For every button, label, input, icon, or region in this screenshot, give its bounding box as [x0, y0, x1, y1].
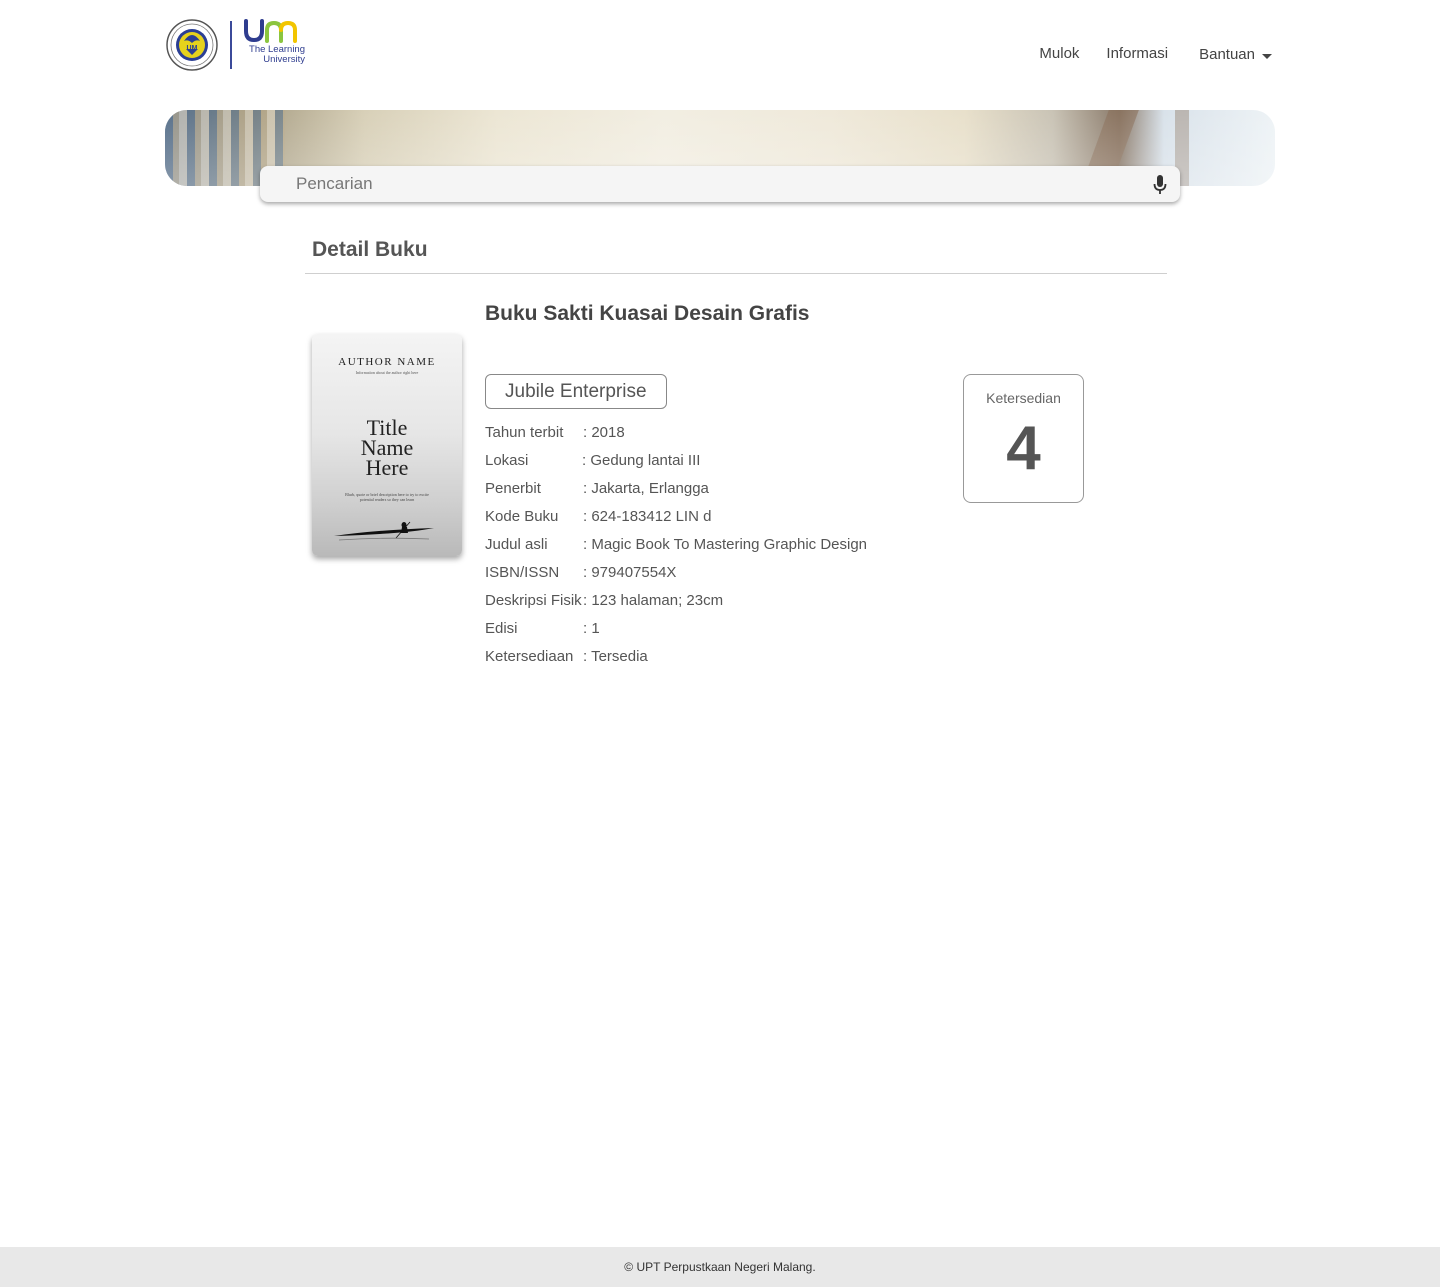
meta-row-edisi: Edisi : 1 — [485, 614, 867, 642]
meta-value: : 624-183412 LIN d — [583, 507, 712, 525]
site-logo[interactable]: UM The Learning University — [166, 18, 305, 72]
meta-key: Kode Buku — [485, 507, 559, 525]
search-input[interactable] — [296, 169, 1116, 199]
meta-value: : Jakarta, Erlangga — [583, 479, 709, 497]
meta-row-lokasi: Lokasi : Gedung lantai III — [485, 446, 867, 474]
meta-key: Deskripsi Fisik — [485, 591, 582, 609]
caret-down-icon — [1262, 53, 1272, 59]
logo-divider — [230, 21, 232, 69]
meta-row-judul-asli: Judul asli : Magic Book To Mastering Gra… — [485, 530, 867, 558]
cover-title-line3: Here — [365, 455, 409, 480]
cover-title: Title Name Here — [312, 417, 462, 480]
svg-text:UM: UM — [187, 45, 198, 52]
section-title: Detail Buku — [312, 238, 428, 261]
meta-key: Ketersediaan — [485, 647, 574, 665]
search-bar — [260, 166, 1180, 202]
university-seal-icon: UM — [166, 19, 218, 71]
meta-value: : 123 halaman; 23cm — [583, 591, 724, 609]
cover-author: AUTHOR NAME — [338, 356, 436, 368]
meta-value: : 1 — [583, 619, 600, 637]
meta-row-penerbit: Penerbit : Jakarta, Erlangga — [485, 474, 867, 502]
boat-icon — [334, 521, 434, 541]
meta-row-isbn: ISBN/ISSN : 979407554X — [485, 558, 867, 586]
meta-key: Tahun terbit — [485, 423, 564, 441]
publisher-tag-button[interactable]: Jubile Enterprise — [485, 374, 667, 409]
availability-count: 4 — [1006, 414, 1041, 483]
meta-key: ISBN/ISSN — [485, 563, 560, 581]
cover-subtitle: Information about the author right here — [355, 370, 419, 375]
book-cover: AUTHOR NAME Information about the author… — [312, 334, 462, 556]
book-title: Buku Sakti Kuasai Desain Grafis — [485, 302, 810, 325]
nav-mulok[interactable]: Mulok — [1039, 45, 1079, 62]
availability-label: Ketersedian — [986, 390, 1061, 406]
meta-row-tahun-terbit: Tahun terbit : 2018 — [485, 418, 867, 446]
meta-key: Penerbit — [485, 479, 541, 497]
book-metadata: Tahun terbit : 2018 Lokasi : Gedung lant… — [485, 418, 867, 670]
section-divider — [305, 273, 1167, 274]
availability-card: Ketersedian 4 — [963, 374, 1084, 503]
logo-tagline: The Learning University — [243, 45, 305, 65]
meta-value: : Tersedia — [583, 647, 648, 665]
um-monogram-icon — [244, 19, 297, 43]
logo-tagline-line2: University — [263, 54, 305, 65]
meta-row-kode-buku: Kode Buku : 624-183412 LIN d — [485, 502, 867, 530]
um-wordmark: The Learning University — [243, 19, 305, 71]
meta-row-deskripsi-fisik: Deskripsi Fisik : 123 halaman; 23cm — [485, 586, 867, 614]
meta-value: : Magic Book To Mastering Graphic Design — [583, 535, 868, 553]
meta-value: : 2018 — [583, 423, 625, 441]
meta-row-ketersediaan: Ketersediaan : Tersedia — [485, 642, 867, 670]
meta-key: Edisi — [485, 619, 518, 637]
main-nav: Mulok Informasi Bantuan — [1012, 44, 1272, 63]
meta-key: Lokasi — [485, 451, 529, 469]
nav-bantuan-label: Bantuan — [1199, 46, 1255, 63]
footer-copyright: © UPT Perpustkaan Negeri Malang. — [624, 1260, 816, 1274]
meta-key: Judul asli — [485, 535, 548, 553]
nav-bantuan-dropdown[interactable]: Bantuan — [1199, 46, 1272, 63]
meta-value: : Gedung lantai III — [582, 451, 701, 469]
site-footer: © UPT Perpustkaan Negeri Malang. — [0, 1247, 1440, 1287]
site-header: UM The Learning University Mulok Informa… — [0, 0, 1440, 100]
microphone-icon[interactable] — [1152, 174, 1168, 196]
cover-blurb: Blurb, quote or brief description here t… — [345, 492, 429, 502]
meta-value: : 979407554X — [583, 563, 677, 581]
nav-informasi[interactable]: Informasi — [1106, 45, 1168, 62]
